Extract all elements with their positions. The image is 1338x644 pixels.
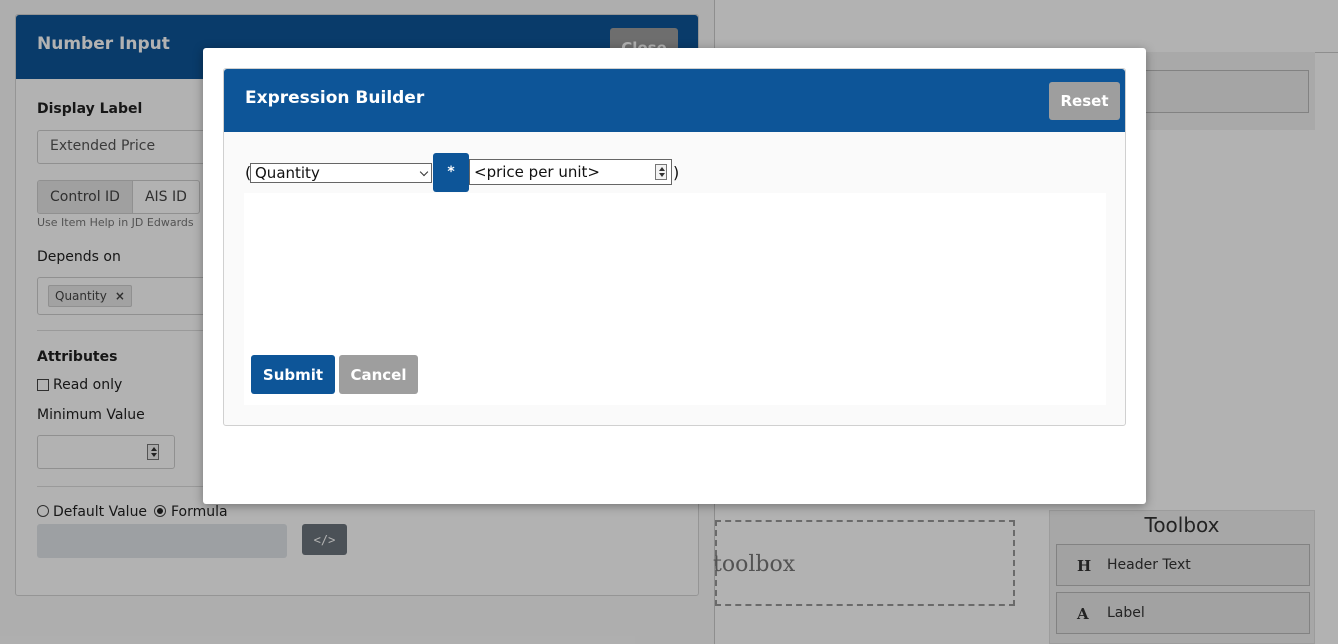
- operand-number-input[interactable]: <price per unit>: [469, 159, 672, 185]
- operand-select-value: Quantity: [255, 164, 320, 182]
- modal-header: Expression Builder Reset: [224, 69, 1125, 132]
- cancel-button[interactable]: Cancel: [339, 355, 418, 394]
- chevron-down-icon: [419, 167, 429, 177]
- submit-button[interactable]: Submit: [251, 355, 335, 394]
- reset-button[interactable]: Reset: [1049, 82, 1120, 120]
- operand-input-value: <price per unit>: [474, 163, 600, 181]
- expression-canvas: Submit Cancel: [244, 193, 1106, 405]
- operand-select[interactable]: Quantity: [250, 163, 432, 183]
- spinner-icon[interactable]: [655, 164, 667, 180]
- modal-title: Expression Builder: [245, 88, 425, 108]
- close-paren: ): [673, 163, 680, 182]
- operator-button[interactable]: *: [433, 153, 469, 192]
- expression-builder-modal: Expression Builder Reset ( Quantity * <p…: [203, 48, 1146, 504]
- expression-builder: Expression Builder Reset ( Quantity * <p…: [223, 68, 1126, 426]
